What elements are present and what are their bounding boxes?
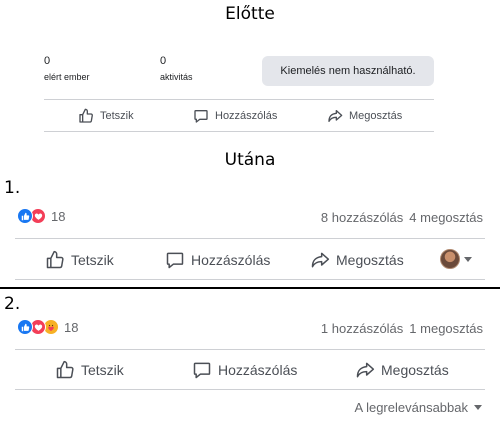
like-label: Tetszik bbox=[71, 252, 114, 268]
comment-icon bbox=[192, 360, 212, 380]
shares-count[interactable]: 4 megosztás bbox=[409, 210, 483, 225]
like-reaction-icon bbox=[17, 319, 33, 335]
share-button[interactable]: Megosztás bbox=[310, 250, 404, 270]
divider bbox=[15, 238, 485, 239]
variant-number: 2. bbox=[4, 294, 21, 314]
sort-label: A legrelevánsabbak bbox=[354, 400, 468, 415]
comment-button[interactable]: Hozzászólás bbox=[192, 360, 297, 380]
reactions-summary[interactable]: 18 bbox=[17, 208, 65, 224]
comment-label: Hozzászólás bbox=[191, 252, 271, 268]
comment-label: Hozzászólás bbox=[215, 110, 278, 122]
promote-button[interactable]: Kiemelés nem használható. bbox=[262, 56, 434, 86]
divider bbox=[15, 279, 485, 280]
comment-icon bbox=[193, 108, 209, 124]
avatar[interactable] bbox=[440, 249, 460, 269]
chevron-down-icon bbox=[474, 405, 482, 410]
divider bbox=[44, 131, 434, 132]
comments-count[interactable]: 8 hozzászólás bbox=[321, 210, 403, 225]
reactions-summary[interactable]: 18 bbox=[17, 319, 78, 335]
shares-count[interactable]: 1 megosztás bbox=[409, 321, 483, 336]
like-button[interactable]: Tetszik bbox=[45, 250, 114, 270]
divider bbox=[15, 389, 485, 390]
comments-count[interactable]: 1 hozzászólás bbox=[321, 321, 403, 336]
share-icon bbox=[355, 360, 375, 380]
divider bbox=[15, 349, 485, 350]
share-icon bbox=[310, 250, 330, 270]
like-reaction-icon bbox=[17, 208, 33, 224]
chevron-down-icon[interactable] bbox=[464, 257, 472, 262]
divider bbox=[44, 99, 434, 100]
activity-label: aktivitás bbox=[160, 72, 193, 82]
activity-stat: 0 aktivitás bbox=[160, 55, 193, 83]
before-title: Előtte bbox=[225, 4, 275, 24]
reached-stat: 0 elért ember bbox=[44, 55, 90, 83]
variant-number: 1. bbox=[4, 178, 21, 198]
comment-sort-dropdown[interactable]: A legrelevánsabbak bbox=[355, 400, 482, 415]
share-label: Megosztás bbox=[349, 110, 403, 122]
section-separator bbox=[0, 287, 500, 289]
comment-button[interactable]: Hozzászólás bbox=[165, 250, 270, 270]
share-button[interactable]: Megosztás bbox=[355, 360, 449, 380]
comment-button[interactable]: Hozzászólás bbox=[193, 108, 277, 124]
reaction-count: 18 bbox=[51, 208, 66, 224]
engagement-counts: 1 hozzászólás 1 megosztás bbox=[321, 321, 483, 336]
like-button[interactable]: Tetszik bbox=[78, 108, 134, 124]
share-button[interactable]: Megosztás bbox=[327, 108, 402, 124]
reaction-count: 18 bbox=[64, 319, 79, 335]
reached-value: 0 bbox=[44, 55, 51, 67]
like-label: Tetszik bbox=[81, 362, 124, 378]
comment-icon bbox=[165, 250, 185, 270]
share-icon bbox=[327, 108, 343, 124]
like-button[interactable]: Tetszik bbox=[55, 360, 124, 380]
comment-label: Hozzászólás bbox=[218, 362, 298, 378]
share-label: Megosztás bbox=[381, 362, 449, 378]
thumbs-up-icon bbox=[45, 250, 65, 270]
reached-label: elért ember bbox=[44, 72, 90, 82]
after-title: Utána bbox=[224, 150, 276, 170]
activity-value: 0 bbox=[160, 55, 167, 67]
share-label: Megosztás bbox=[336, 252, 404, 268]
like-label: Tetszik bbox=[100, 110, 134, 122]
thumbs-up-icon bbox=[78, 108, 94, 124]
thumbs-up-icon bbox=[55, 360, 75, 380]
engagement-counts: 8 hozzászólás 4 megosztás bbox=[321, 210, 483, 225]
